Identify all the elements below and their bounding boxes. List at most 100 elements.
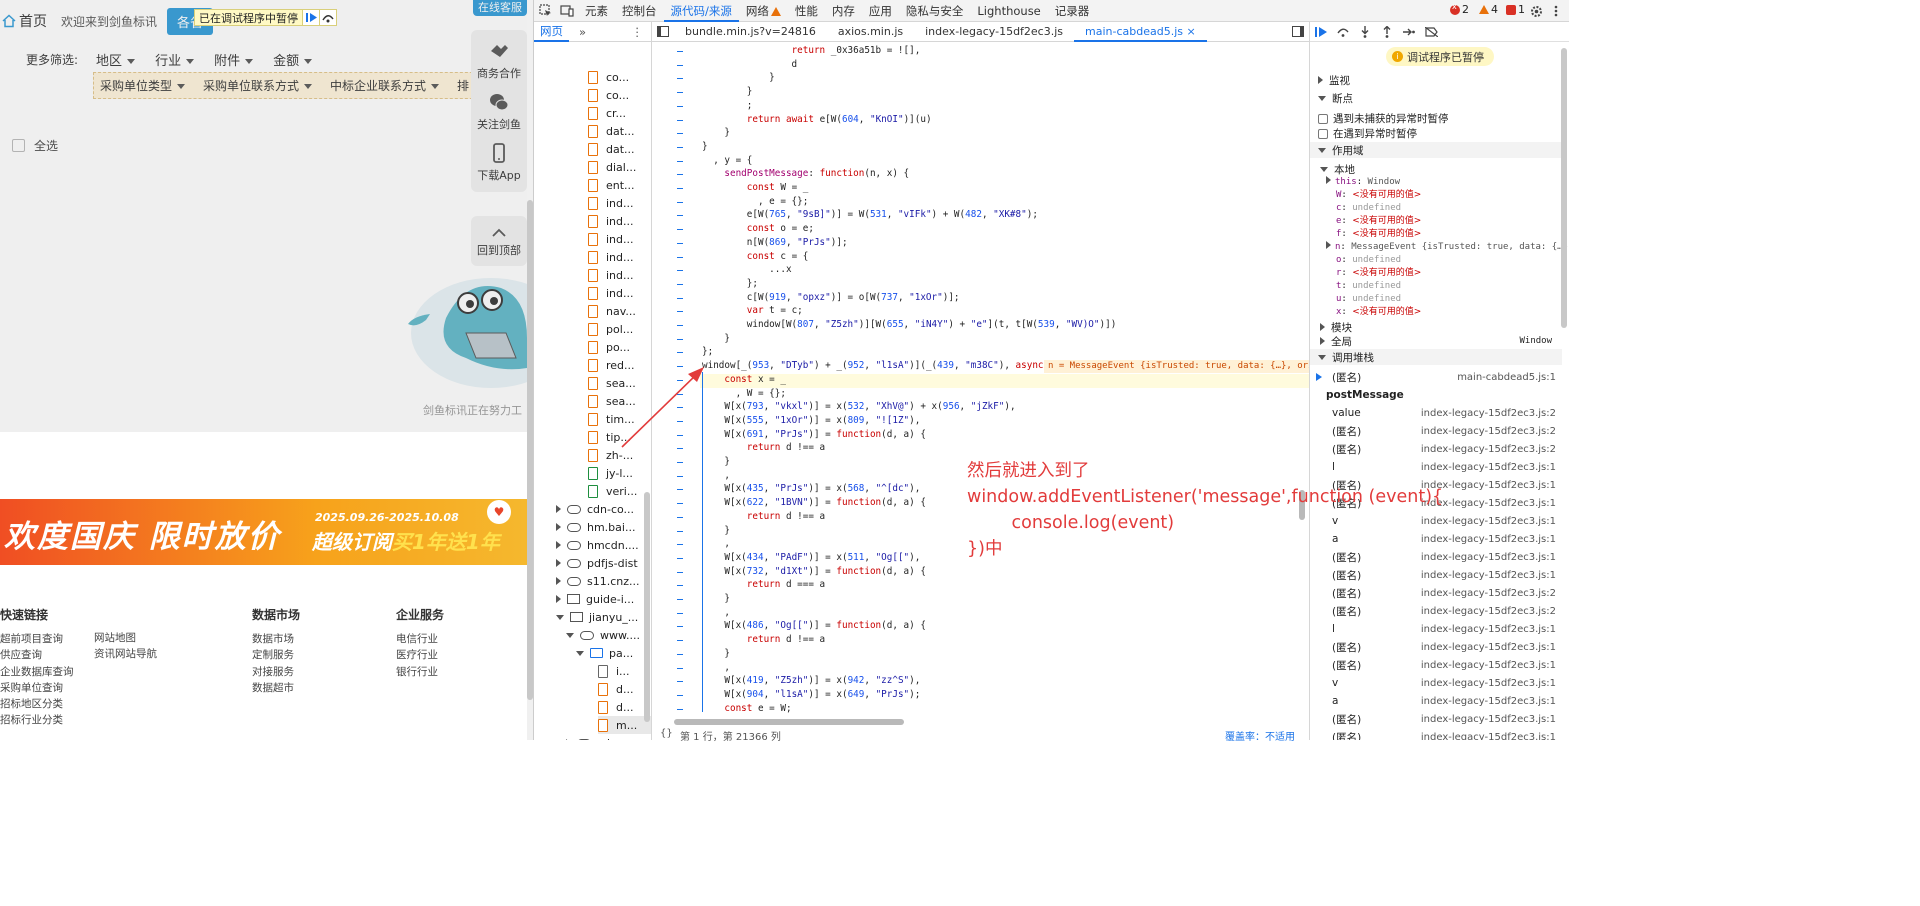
pause-uncaught-option[interactable]: 遇到未捕获的异常时暂停 xyxy=(1318,111,1449,126)
gutter-marker[interactable] xyxy=(677,530,683,532)
filter-industry[interactable]: 行业 xyxy=(155,50,195,69)
gutter-marker[interactable] xyxy=(677,160,683,162)
select-all-checkbox[interactable] xyxy=(12,139,25,152)
call-frame[interactable]: l index-legacy-15df2ec3.js:1 xyxy=(1310,620,1562,638)
pause-caught-option[interactable]: 在遇到异常时暂停 xyxy=(1318,126,1417,141)
navigator-menu-icon[interactable]: ⋮ xyxy=(632,25,644,39)
editor-horizontal-scrollbar[interactable] xyxy=(664,718,1304,726)
call-frame[interactable]: (匿名) index-legacy-15df2ec3.js:1 xyxy=(1310,638,1562,656)
file-item[interactable]: po... xyxy=(588,338,630,356)
gutter-marker[interactable] xyxy=(677,105,683,107)
tree-node[interactable]: guide-i... xyxy=(556,590,634,608)
section-watch[interactable]: 监视 xyxy=(1310,72,1562,88)
tab-performance[interactable]: 性能 xyxy=(788,0,825,22)
tab-application[interactable]: 应用 xyxy=(862,0,899,22)
call-frame-location[interactable]: index-legacy-15df2ec3.js:2 xyxy=(1421,408,1556,419)
issue-counters[interactable]: 2 4 1 xyxy=(1442,2,1525,16)
gutter-marker[interactable] xyxy=(677,188,683,189)
scope-variable[interactable]: W: <没有可用的值> xyxy=(1336,189,1421,202)
tree-node[interactable]: d... xyxy=(598,680,633,698)
gutter-marker[interactable] xyxy=(677,325,683,326)
select-all[interactable]: 全选 xyxy=(12,137,58,154)
settings-button[interactable] xyxy=(1525,0,1547,22)
tree-node[interactable]: hmcdn.... xyxy=(556,536,639,554)
file-item[interactable]: dial... xyxy=(588,158,636,176)
gutter-marker[interactable] xyxy=(677,708,683,710)
footer-link[interactable]: 供应查询 xyxy=(0,647,74,663)
gutter-marker[interactable] xyxy=(677,585,683,587)
scope-variable[interactable]: u: undefined xyxy=(1336,293,1401,306)
call-frame-location[interactable]: index-legacy-15df2ec3.js:2 xyxy=(1421,444,1556,455)
tree-node[interactable]: hm.bai... xyxy=(556,518,635,536)
file-item[interactable]: ind... xyxy=(588,266,634,284)
device-toolbar-button[interactable] xyxy=(556,0,578,22)
pretty-print-icon[interactable]: {} xyxy=(660,728,673,739)
footer-link[interactable]: 企业数据库查询 xyxy=(0,664,74,680)
tree-node[interactable]: cdn-co... xyxy=(556,500,634,518)
file-item[interactable]: ind... xyxy=(588,230,634,248)
navigator-scrollbar[interactable] xyxy=(644,492,650,722)
subfilter-sort[interactable]: 排 xyxy=(457,77,469,94)
deactivate-breakpoints-button[interactable] xyxy=(1420,22,1442,42)
gutter-marker[interactable] xyxy=(677,667,683,669)
scope-variable[interactable]: this: Window xyxy=(1326,176,1400,189)
call-frame-location[interactable]: index-legacy-15df2ec3.js:1 xyxy=(1421,642,1556,653)
scope-global[interactable]: 全局 Window xyxy=(1310,333,1562,349)
file-item[interactable]: ind... xyxy=(588,194,634,212)
call-frame-location[interactable]: index-legacy-15df2ec3.js:1 xyxy=(1421,696,1556,707)
gutter-marker[interactable] xyxy=(677,256,683,258)
gutter-marker[interactable] xyxy=(677,475,683,477)
scope-variable[interactable]: c: undefined xyxy=(1336,202,1401,215)
call-frame-location[interactable]: index-legacy-15df2ec3.js:1 xyxy=(1421,570,1556,581)
gutter-marker[interactable] xyxy=(677,119,683,121)
footer-link[interactable]: 采购单位查询 xyxy=(0,680,74,696)
gutter-marker[interactable] xyxy=(677,612,683,614)
call-frame[interactable]: (匿名) index-legacy-15df2ec3.js:1 xyxy=(1310,566,1562,584)
call-frame[interactable]: a index-legacy-15df2ec3.js:1 xyxy=(1310,692,1562,710)
call-frame-location[interactable]: index-legacy-15df2ec3.js:1 xyxy=(1421,678,1556,689)
footer-link[interactable]: 定制服务 xyxy=(252,647,300,663)
file-item[interactable]: veri... xyxy=(588,482,637,500)
chevron-right-icon[interactable] xyxy=(1326,241,1331,249)
footer-link[interactable]: 超前项目查询 xyxy=(0,631,74,647)
call-frame[interactable]: (匿名) index-legacy-15df2ec3.js:1 xyxy=(1310,710,1562,728)
gutter-marker[interactable] xyxy=(677,694,683,696)
close-tab-icon[interactable]: × xyxy=(1187,25,1196,38)
step-over-button[interactable] xyxy=(319,10,336,25)
editor-hscroll-thumb[interactable] xyxy=(674,719,904,725)
gutter-marker[interactable] xyxy=(677,297,683,299)
subfilter-winner-contact[interactable]: 中标企业联系方式 xyxy=(330,77,440,94)
editor-tab[interactable]: index-legacy-15df2ec3.js xyxy=(914,22,1074,42)
footer-link[interactable]: 网站地图 xyxy=(94,630,157,646)
editor-tab-active[interactable]: main-cabdead5.js × xyxy=(1074,22,1207,42)
chevron-right-icon[interactable] xyxy=(556,595,561,603)
gutter-marker[interactable] xyxy=(677,489,683,491)
filter-amount[interactable]: 金额 xyxy=(273,50,313,69)
gutter-marker[interactable] xyxy=(677,51,683,52)
file-item[interactable]: dat... xyxy=(588,140,635,158)
call-frame[interactable]: (匿名) index-legacy-15df2ec3.js:1 xyxy=(1310,656,1562,674)
resume-button[interactable] xyxy=(302,10,319,25)
footer-link[interactable]: 银行行业 xyxy=(396,664,444,680)
chevron-right-icon[interactable] xyxy=(556,523,561,531)
gutter-marker[interactable] xyxy=(677,599,683,600)
tree-node[interactable]: i... xyxy=(598,662,630,680)
editor-tab[interactable]: axios.min.js xyxy=(827,22,914,42)
home-link[interactable]: 首页 xyxy=(0,11,47,31)
editor-tab[interactable]: bundle.min.js?v=24816 xyxy=(674,22,827,42)
tree-node[interactable]: d... xyxy=(598,698,633,716)
file-item[interactable]: ind... xyxy=(588,212,634,230)
tree-node[interactable]: pa... xyxy=(576,644,633,662)
gutter-marker[interactable] xyxy=(677,146,683,148)
chevron-right-icon[interactable] xyxy=(556,541,561,549)
scope-variable[interactable]: n: MessageEvent {isTrusted: true, data: … xyxy=(1326,241,1569,254)
tab-privacy-security[interactable]: 隐私与安全 xyxy=(899,0,971,22)
gutter-marker[interactable] xyxy=(677,64,683,66)
gutter-marker[interactable] xyxy=(677,283,683,285)
section-scope[interactable]: 作用域 xyxy=(1310,142,1562,158)
gutter-marker[interactable] xyxy=(677,215,683,217)
gutter-marker[interactable] xyxy=(677,462,683,463)
file-item[interactable]: ind... xyxy=(588,284,634,302)
more-tabs-chevron-icon[interactable]: » xyxy=(579,25,586,39)
resume-button[interactable] xyxy=(1310,22,1332,42)
